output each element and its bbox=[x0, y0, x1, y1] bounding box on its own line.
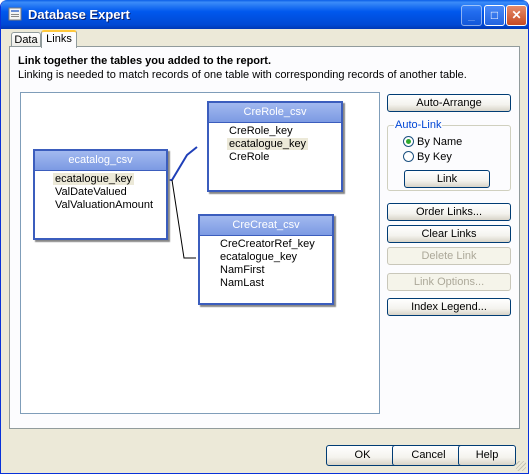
database-expert-window: Database Expert _ □ ✕ Data Links Link to… bbox=[0, 0, 529, 474]
auto-link-label: Auto-Link bbox=[394, 119, 443, 131]
radio-by-key[interactable]: By Key bbox=[403, 151, 452, 164]
ok-button[interactable]: OK bbox=[326, 445, 399, 466]
links-tab-page: Link together the tables you added to th… bbox=[9, 46, 520, 429]
link-diagram-canvas[interactable]: ecatalog_csv ecatalogue_key ValDateValue… bbox=[20, 92, 380, 414]
maximize-button[interactable]: □ bbox=[484, 5, 505, 26]
page-description: Linking is needed to match records of on… bbox=[18, 69, 467, 81]
resize-grip-icon[interactable] bbox=[516, 461, 526, 471]
field-ecatalogue-key[interactable]: ecatalogue_key bbox=[53, 173, 166, 186]
link-line-ecatalog-crecreat bbox=[171, 179, 196, 259]
table-title: CreRole_csv bbox=[209, 103, 341, 123]
clear-links-button[interactable]: Clear Links bbox=[387, 225, 511, 243]
tab-data[interactable]: Data bbox=[11, 32, 41, 47]
link-options-button[interactable]: Link Options... bbox=[387, 273, 511, 291]
database-icon bbox=[8, 7, 22, 21]
field-crerole-key[interactable]: CreRole_key bbox=[227, 125, 341, 138]
table-title: ecatalog_csv bbox=[35, 151, 166, 171]
order-links-button[interactable]: Order Links... bbox=[387, 203, 511, 221]
delete-link-button[interactable]: Delete Link bbox=[387, 247, 511, 265]
radio-empty-icon bbox=[403, 151, 414, 162]
window-title: Database Expert bbox=[28, 7, 130, 22]
link-button[interactable]: Link bbox=[404, 170, 490, 188]
table-title: CreCreat_csv bbox=[200, 216, 332, 236]
field-namfirst[interactable]: NamFirst bbox=[218, 264, 332, 277]
cancel-button[interactable]: Cancel bbox=[392, 445, 465, 466]
title-bar[interactable]: Database Expert _ □ ✕ bbox=[1, 0, 528, 29]
radio-by-name[interactable]: By Name bbox=[403, 136, 462, 149]
auto-arrange-button[interactable]: Auto-Arrange bbox=[387, 94, 511, 112]
table-crecreat-csv[interactable]: CreCreat_csv CreCreatorRef_key ecatalogu… bbox=[198, 214, 334, 305]
field-namlast[interactable]: NamLast bbox=[218, 277, 332, 290]
close-button[interactable]: ✕ bbox=[506, 5, 527, 26]
field-valvaluationamount[interactable]: ValValuationAmount bbox=[53, 199, 166, 212]
field-valdatevalued[interactable]: ValDateValued bbox=[53, 186, 166, 199]
radio-selected-icon bbox=[403, 136, 414, 147]
table-crerole-csv[interactable]: CreRole_csv CreRole_key ecatalogue_key C… bbox=[207, 101, 343, 192]
link-line-ecatalog-crerole bbox=[171, 146, 198, 181]
table-ecatalog-csv[interactable]: ecatalog_csv ecatalogue_key ValDateValue… bbox=[33, 149, 168, 240]
tab-links[interactable]: Links bbox=[41, 30, 77, 48]
help-button[interactable]: Help bbox=[458, 445, 516, 466]
field-crerole[interactable]: CreRole bbox=[227, 151, 341, 164]
index-legend-button[interactable]: Index Legend... bbox=[387, 298, 511, 316]
field-ecatalogue-key[interactable]: ecatalogue_key bbox=[218, 251, 332, 264]
page-heading: Link together the tables you added to th… bbox=[18, 55, 272, 67]
field-crecreatorref-key[interactable]: CreCreatorRef_key bbox=[218, 238, 332, 251]
auto-link-group: Auto-Link By Name By Key Link bbox=[387, 119, 511, 191]
field-ecatalogue-key[interactable]: ecatalogue_key bbox=[227, 138, 341, 151]
minimize-button[interactable]: _ bbox=[461, 5, 482, 26]
